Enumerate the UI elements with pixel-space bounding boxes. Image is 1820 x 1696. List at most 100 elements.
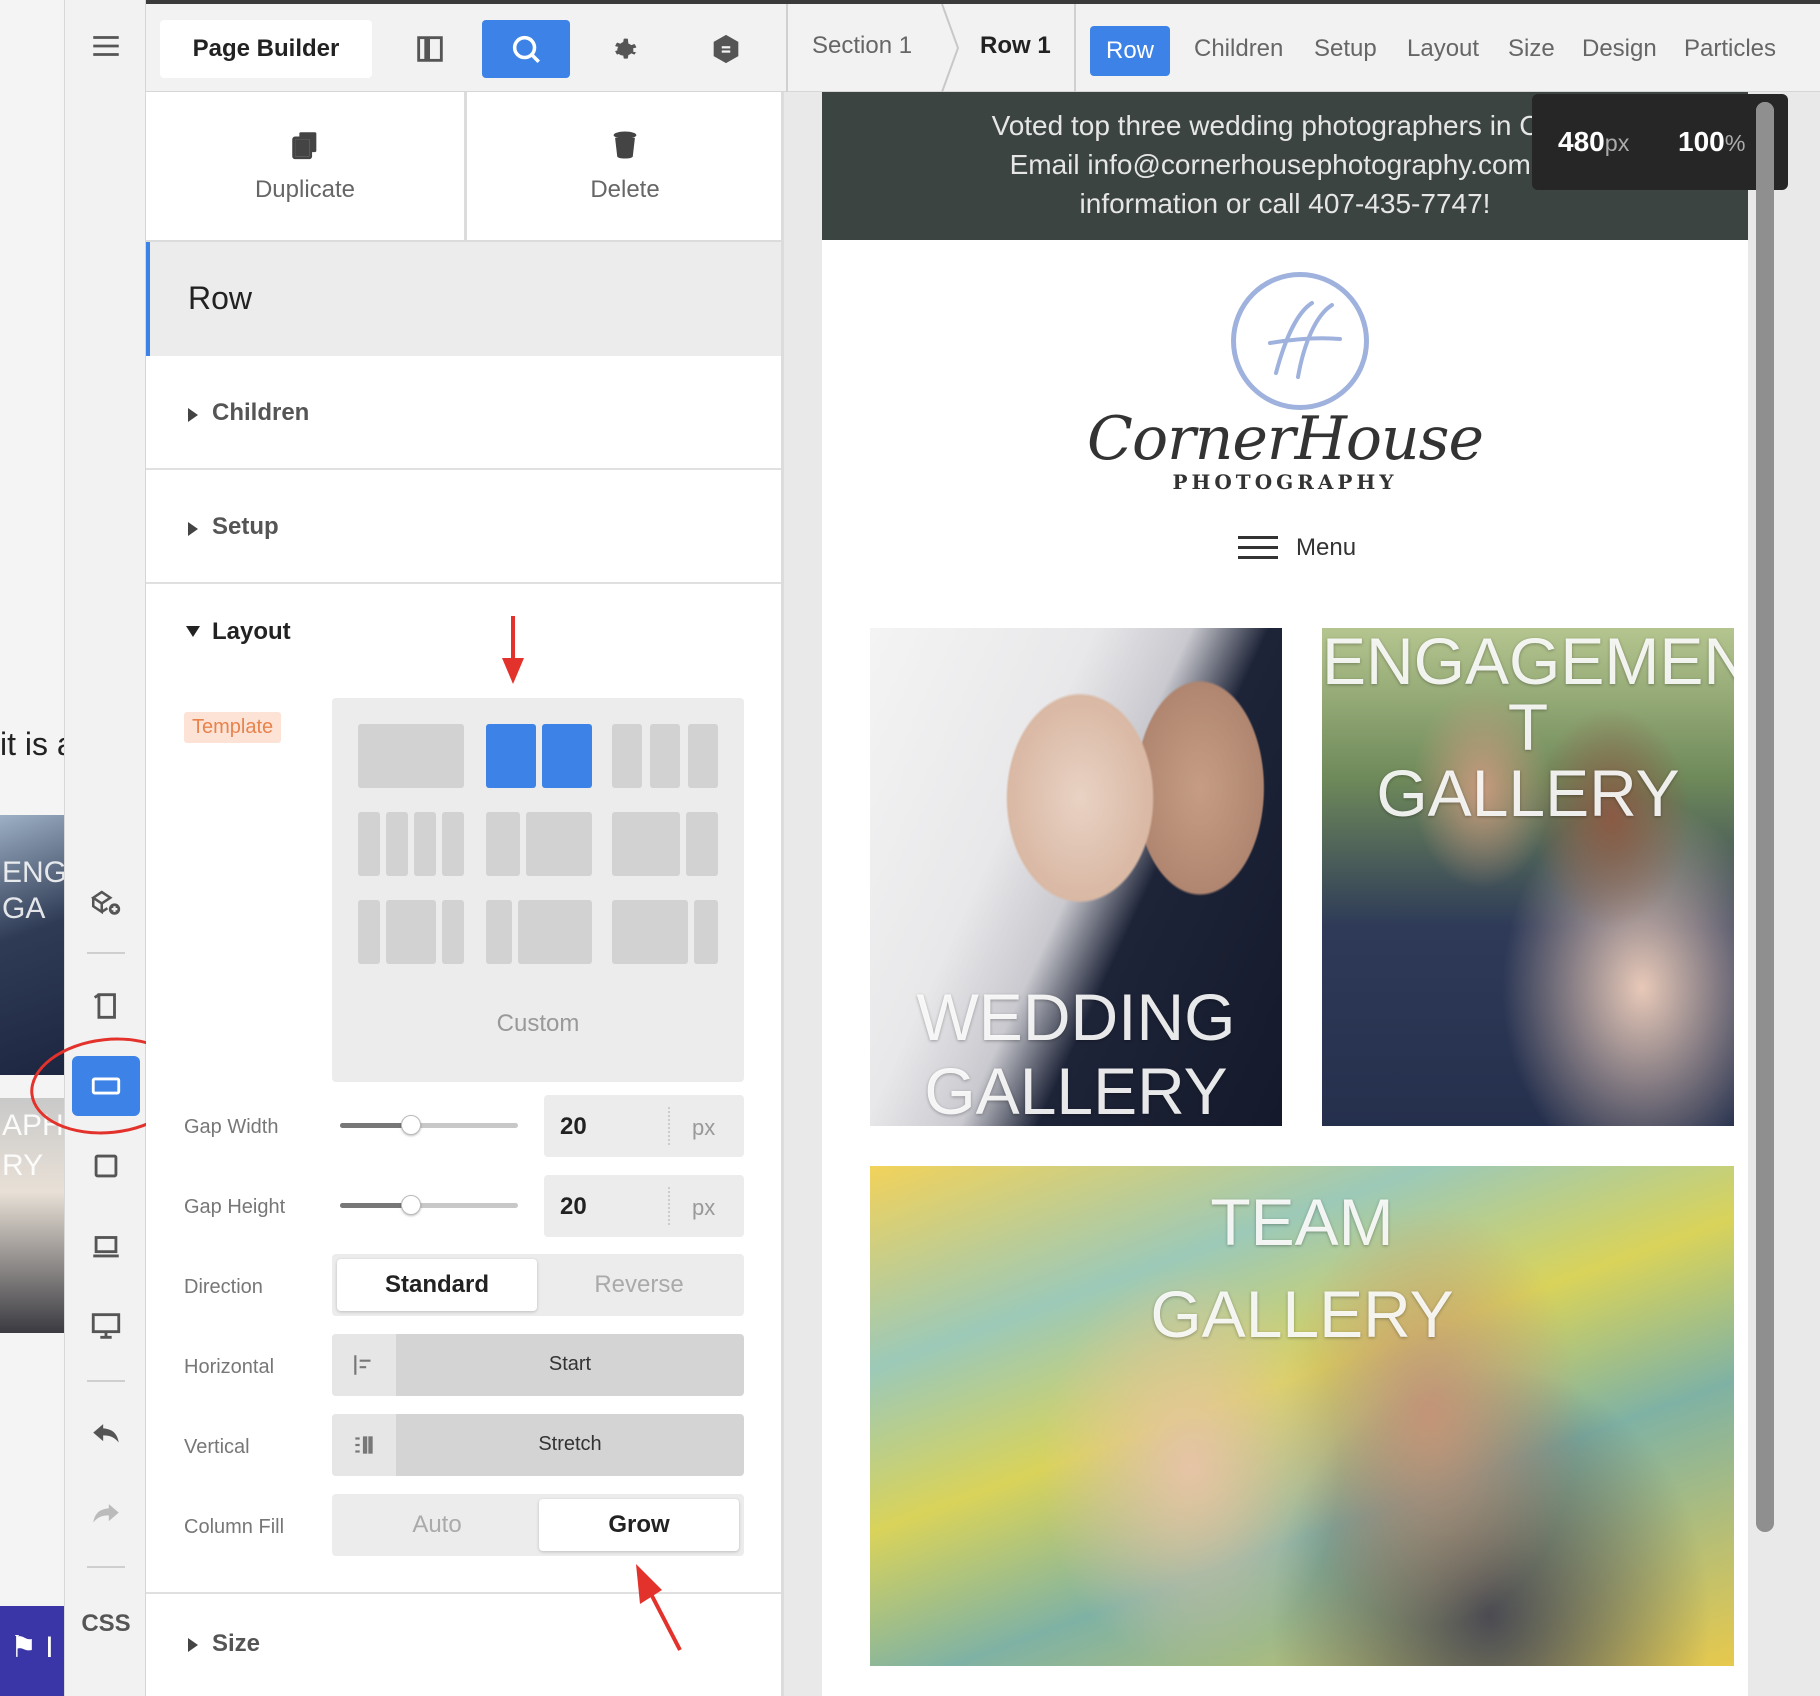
gap-height-label: Gap Height	[184, 1196, 286, 1218]
template-1-3-col[interactable]	[486, 900, 592, 964]
expand-arrow-icon	[188, 522, 198, 536]
viewport-zoom-unit: %	[1724, 130, 1746, 156]
preview-viewport: Voted top three wedding photographers in…	[784, 92, 1820, 1696]
viewport-size-badge: 480px 100%	[1532, 94, 1788, 190]
gear-icon[interactable]	[582, 20, 670, 78]
tab-design[interactable]: Design	[1582, 35, 1657, 63]
peek-text: it is a	[0, 726, 64, 762]
template-1-2-1-col[interactable]	[358, 900, 464, 964]
menu-icon[interactable]	[72, 16, 140, 76]
gap-height-input[interactable]: 20 px	[544, 1175, 744, 1237]
section-children-label: Children	[212, 399, 310, 426]
gap-width-slider[interactable]	[340, 1115, 518, 1135]
page-icon[interactable]	[72, 976, 140, 1036]
expand-arrow-icon	[188, 1638, 198, 1652]
tab-layout[interactable]: Layout	[1407, 35, 1479, 63]
css-button[interactable]: CSS	[65, 1610, 147, 1638]
engagement-gallery-caption: ENGAGEMEN T GALLERY	[1322, 628, 1734, 830]
horizontal-value: Start	[548, 1353, 592, 1375]
direction-reverse-option[interactable]: Reverse	[539, 1259, 739, 1311]
toolbar-divider	[1074, 4, 1076, 92]
template-picker: Custom	[332, 698, 744, 1082]
preview-scrollbar[interactable]	[1756, 102, 1774, 1532]
search-icon[interactable]	[482, 20, 570, 78]
panel-toggle-icon[interactable]	[386, 20, 474, 78]
delete-button[interactable]: Delete	[466, 92, 781, 240]
breadcrumb-section[interactable]: Section 1	[812, 32, 912, 60]
square-icon[interactable]	[72, 1136, 140, 1196]
template-4-col[interactable]	[358, 812, 464, 876]
announcement-line-3: information or call 407-435-7747!	[1079, 188, 1491, 219]
section-layout[interactable]: Layout	[146, 584, 781, 684]
viewport-width: 480px	[1558, 126, 1629, 158]
template-custom[interactable]: Custom	[332, 1010, 744, 1038]
row-layout-icon[interactable]	[72, 1056, 140, 1116]
top-toolbar: Page Builder Section 1 Row 1 Row Childre…	[146, 0, 1820, 92]
gap-width-input[interactable]: 20 px	[544, 1095, 744, 1157]
logo-monogram	[1231, 272, 1369, 410]
breadcrumb-row[interactable]: Row 1	[980, 32, 1051, 60]
gap-height-unit: px	[692, 1195, 716, 1220]
duplicate-button[interactable]: Duplicate	[146, 92, 464, 240]
site-preview: Voted top three wedding photographers in…	[822, 92, 1748, 1696]
left-icon-rail: CSS	[64, 0, 146, 1696]
column-fill-auto-option[interactable]: Auto	[337, 1499, 537, 1551]
template-2-1-col[interactable]	[612, 812, 718, 876]
peek-photo-engagement: ENG GA	[0, 815, 64, 1075]
vertical-select[interactable]: Stretch	[332, 1414, 744, 1476]
column-fill-grow-option[interactable]: Grow	[539, 1499, 739, 1551]
redo-icon[interactable]	[72, 1484, 140, 1544]
section-size[interactable]: Size	[146, 1592, 781, 1696]
gap-height-slider[interactable]	[340, 1195, 518, 1215]
template-label: Template	[184, 712, 282, 743]
viewport-width-unit: px	[1604, 130, 1630, 156]
horizontal-label: Horizontal	[184, 1356, 275, 1378]
gap-width-slider-handle[interactable]	[401, 1115, 422, 1135]
template-3-1-col[interactable]	[612, 900, 718, 964]
logo-subtitle: PHOTOGRAPHY	[1172, 470, 1398, 494]
peek-caption-1: ENG GA	[2, 856, 64, 925]
template-3-col[interactable]	[612, 724, 718, 788]
template-2-col-selected[interactable]	[486, 724, 592, 788]
template-1-col[interactable]	[358, 724, 464, 788]
team-gallery-tile[interactable]: TEAM GALLERY	[870, 1166, 1734, 1666]
engagement-gallery-tile[interactable]: ENGAGEMEN T GALLERY	[1322, 628, 1734, 1126]
direction-standard-option[interactable]: Standard	[337, 1259, 537, 1311]
laptop-icon[interactable]	[72, 1216, 140, 1276]
section-layout-label: Layout	[212, 618, 291, 645]
gap-width-label: Gap Width	[184, 1116, 279, 1138]
align-stretch-icon	[332, 1414, 396, 1476]
undo-icon[interactable]	[72, 1404, 140, 1464]
section-children[interactable]: Children	[146, 356, 781, 470]
wedding-gallery-tile[interactable]: WEDDING GALLERY	[870, 628, 1282, 1126]
background-window-peek: it is a ENG GA APH RY ⚑ I	[0, 0, 64, 1696]
direction-label: Direction	[184, 1276, 263, 1298]
page-builder-title[interactable]: Page Builder	[160, 20, 372, 78]
input-divider	[668, 1107, 670, 1145]
peek-caption-2: APH RY	[2, 1109, 64, 1182]
add-element-icon[interactable]	[72, 872, 140, 932]
tab-children[interactable]: Children	[1194, 35, 1283, 63]
menu-button[interactable]: Menu	[1238, 528, 1356, 568]
duplicate-icon	[292, 132, 317, 160]
desktop-icon[interactable]	[72, 1296, 140, 1356]
tab-row[interactable]: Row	[1090, 26, 1170, 76]
input-divider	[668, 1187, 670, 1225]
vertical-value: Stretch	[538, 1433, 602, 1455]
template-1-2-col[interactable]	[486, 812, 592, 876]
section-size-label: Size	[212, 1630, 261, 1657]
preview-scrollbar-thumb[interactable]	[1756, 102, 1774, 1532]
tab-particles[interactable]: Particles	[1684, 35, 1776, 63]
tab-size[interactable]: Size	[1508, 35, 1555, 63]
horizontal-select[interactable]: Start	[332, 1334, 744, 1396]
peek-photo-team: APH RY	[0, 1098, 64, 1333]
align-start-icon	[332, 1334, 396, 1396]
gap-height-slider-handle[interactable]	[401, 1195, 422, 1215]
hexagon-icon[interactable]	[682, 20, 770, 78]
section-setup[interactable]: Setup	[146, 470, 781, 584]
hamburger-icon	[1238, 534, 1278, 562]
tab-setup[interactable]: Setup	[1314, 35, 1377, 63]
gap-width-value: 20	[560, 1113, 587, 1140]
section-setup-label: Setup	[212, 513, 279, 540]
rail-separator	[87, 952, 125, 954]
